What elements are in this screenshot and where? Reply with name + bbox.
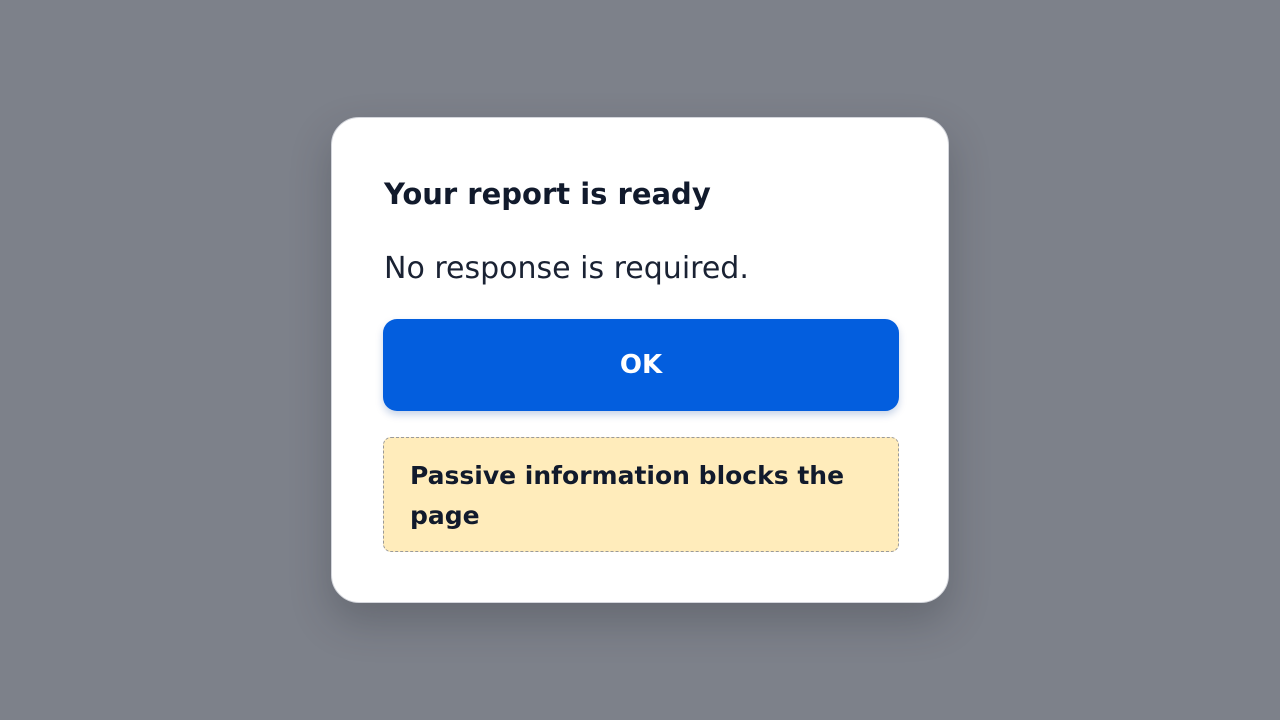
dialog-title: Your report is ready [384,177,711,211]
ok-button[interactable]: OK [383,319,899,411]
annotation-note: Passive information blocks the page [383,437,899,552]
dialog-message: No response is required. [384,251,749,286]
report-ready-dialog: Your report is ready No response is requ… [331,117,949,603]
